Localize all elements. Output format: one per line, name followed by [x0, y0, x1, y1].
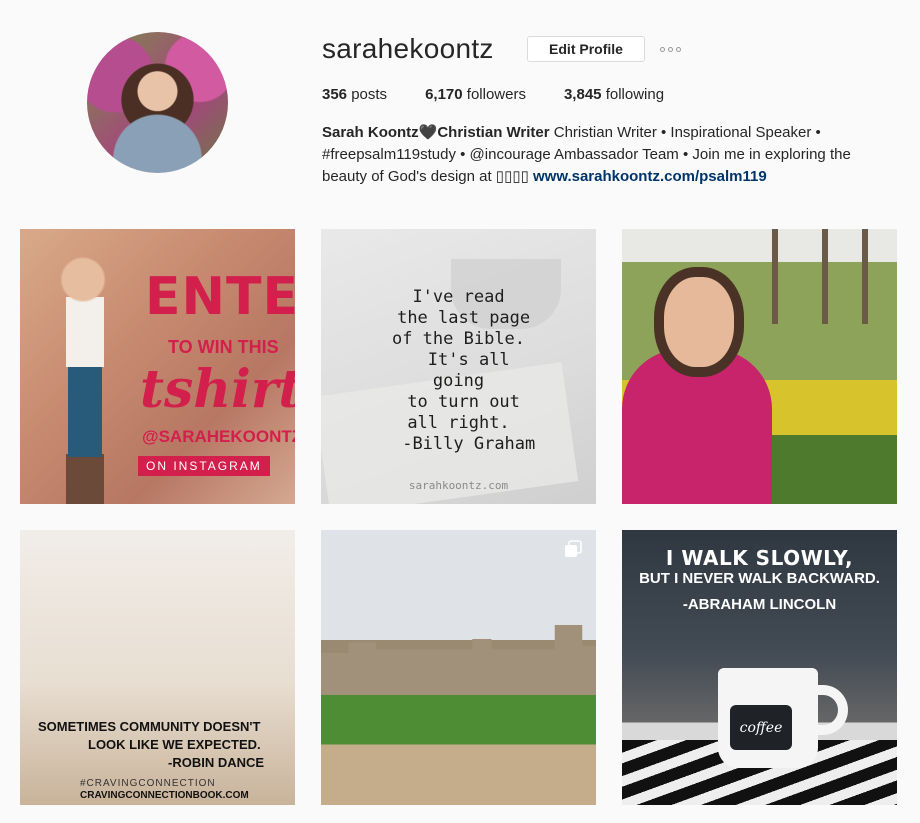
post-text-line1: I WALK SLOWLY, [665, 546, 854, 570]
bio-line3: beauty of God's design at ▯▯▯▯ [322, 168, 533, 185]
posts-grid: ENTER TO WIN THIS tshirt @SARAHEKOONTZ O… [20, 229, 897, 805]
post-text-enter: ENTER [145, 267, 295, 327]
post-text-line3: -ABRAHAM LINCOLN [682, 596, 837, 613]
post-text-site: sarahkoontz.com [408, 479, 509, 492]
following-stat[interactable]: 3,845 following [564, 86, 664, 103]
profile-stats: 356 posts 6,170 followers 3,845 followin… [322, 86, 664, 103]
post-text-line3: -ROBIN DANCE [168, 755, 265, 770]
post-photo-castle [321, 625, 596, 695]
post-photo-jacket [622, 349, 772, 504]
mug-label: coffee [730, 705, 792, 750]
post-text-quote: I've read the last page of the Bible. It… [391, 287, 536, 454]
edit-profile-button[interactable]: Edit Profile [527, 36, 645, 62]
post-tile-lincoln-quote[interactable]: I WALK SLOWLY, BUT I NEVER WALK BACKWARD… [622, 530, 897, 805]
bio-line1: Christian Writer • Inspirational Speaker… [549, 124, 821, 141]
post-text-oninsta: ON INSTAGRAM [138, 456, 270, 476]
post-tile-castle[interactable] [321, 530, 596, 805]
username: sarahekoontz [322, 33, 494, 64]
post-text-line2: BUT I NEVER WALK BACKWARD. [639, 570, 880, 587]
post-tile-billy-graham-quote[interactable]: I've read the last page of the Bible. It… [321, 229, 596, 504]
tree-trunk [772, 229, 778, 324]
post-tile-community-quote[interactable]: SOMETIMES COMMUNITY DOESN'T LOOK LIKE WE… [20, 530, 295, 805]
followers-stat[interactable]: 6,170 followers [425, 86, 526, 103]
post-tile-enter-tshirt[interactable]: ENTER TO WIN THIS tshirt @SARAHEKOONTZ O… [20, 229, 295, 504]
profile-avatar[interactable] [87, 32, 228, 173]
profile-bio: Sarah Koontz🖤Christian Writer Christian … [322, 122, 882, 188]
post-photo-person [38, 249, 128, 504]
post-caption: SOMETIMES COMMUNITY DOESN'T LOOK LIKE WE… [38, 718, 295, 772]
tree-trunk [822, 229, 828, 324]
post-text-line1: SOMETIMES COMMUNITY DOESN'T [38, 719, 261, 734]
post-photo-face [664, 277, 734, 367]
post-text-towin: TO WIN THIS [168, 337, 279, 357]
mug-handle [810, 685, 848, 735]
bio-name: Sarah Koontz🖤Christian Writer [322, 124, 550, 141]
posts-stat: 356 posts [322, 86, 388, 103]
post-text-handle: @SARAHEKOONTZ [142, 427, 295, 446]
more-options-icon[interactable] [660, 45, 682, 53]
post-text-hashtag: #CRAVINGCONNECTION [80, 778, 216, 789]
post-tile-portrait-daffodils[interactable] [622, 229, 897, 504]
bio-link[interactable]: www.sarahkoontz.com/psalm119 [533, 168, 767, 185]
post-text-line2: LOOK LIKE WE EXPECTED. [88, 737, 261, 752]
tree-trunk [862, 229, 868, 324]
bio-line2: #freepsalm119study • @incourage Ambassad… [322, 146, 851, 163]
post-text-site: CRAVINGCONNECTIONBOOK.COM [80, 790, 249, 801]
post-text-tshirt: tshirt [140, 359, 295, 420]
multiple-photos-icon [565, 540, 582, 557]
